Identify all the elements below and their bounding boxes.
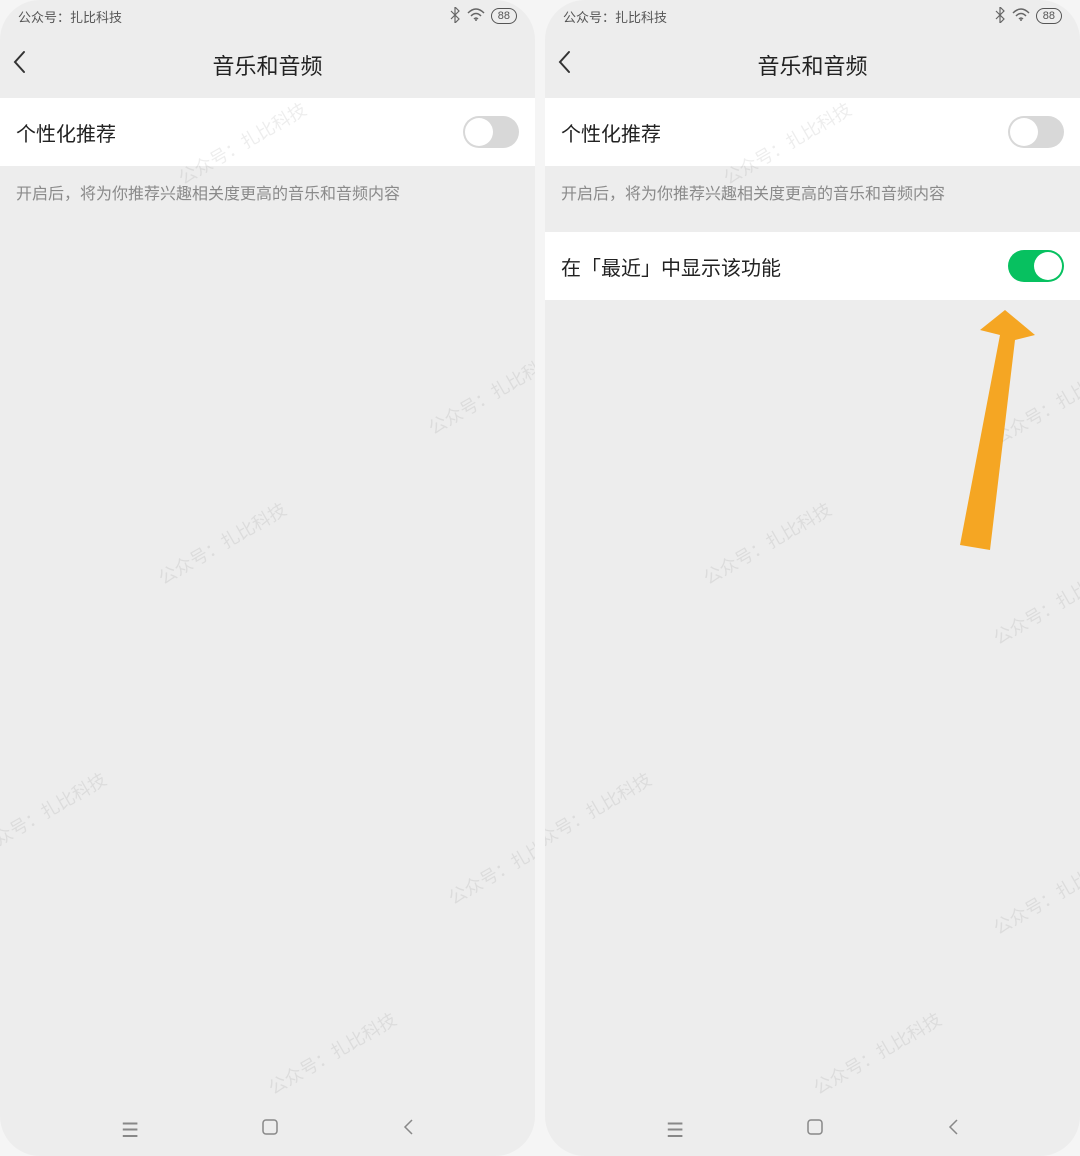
status-left-text: 公众号：扎比科技 — [18, 7, 449, 26]
toggle-knob — [1010, 118, 1038, 146]
system-nav-bar: ☰ — [545, 1104, 1080, 1156]
system-nav-bar: ☰ — [0, 1104, 535, 1156]
status-left-text: 公众号：扎比科技 — [563, 7, 994, 26]
personalized-description: 开启后，将为你推荐兴趣相关度更高的音乐和音频内容 — [545, 166, 1080, 218]
bluetooth-icon — [994, 7, 1006, 26]
toggle-knob — [465, 118, 493, 146]
settings-content: 个性化推荐 开启后，将为你推荐兴趣相关度更高的音乐和音频内容 — [0, 98, 535, 1104]
status-right: 88 — [994, 7, 1062, 26]
page-title: 音乐和音频 — [212, 49, 322, 81]
status-right: 88 — [449, 7, 517, 26]
show-in-recent-label: 在「最近」中显示该功能 — [561, 252, 781, 281]
personalized-description: 开启后，将为你推荐兴趣相关度更高的音乐和音频内容 — [0, 166, 535, 218]
personalized-label: 个性化推荐 — [16, 118, 116, 147]
wifi-icon — [467, 8, 485, 25]
back-nav-icon[interactable] — [402, 1118, 414, 1142]
show-in-recent-toggle[interactable] — [1008, 250, 1064, 282]
left-phone-screen: 公众号：扎比科技 88 音乐和音频 个性化推荐 开启后，将为你推荐兴趣相关度更高… — [0, 0, 535, 1156]
toggle-knob — [1034, 252, 1062, 280]
personalized-recommendation-row[interactable]: 个性化推荐 — [0, 98, 535, 166]
personalized-toggle[interactable] — [1008, 116, 1064, 148]
status-bar: 公众号：扎比科技 88 — [0, 0, 535, 32]
menu-icon[interactable]: ☰ — [666, 1118, 684, 1143]
back-button[interactable] — [557, 50, 597, 81]
settings-content: 个性化推荐 开启后，将为你推荐兴趣相关度更高的音乐和音频内容 在「最近」中显示该… — [545, 98, 1080, 1104]
status-bar: 公众号：扎比科技 88 — [545, 0, 1080, 32]
show-in-recent-row[interactable]: 在「最近」中显示该功能 — [545, 232, 1080, 300]
back-nav-icon[interactable] — [947, 1118, 959, 1142]
wifi-icon — [1012, 8, 1030, 25]
page-title: 音乐和音频 — [757, 49, 867, 81]
page-header: 音乐和音频 — [545, 32, 1080, 98]
home-icon[interactable] — [261, 1118, 279, 1142]
battery-indicator: 88 — [491, 8, 517, 24]
personalized-label: 个性化推荐 — [561, 118, 661, 147]
personalized-recommendation-row[interactable]: 个性化推荐 — [545, 98, 1080, 166]
right-phone-screen: 公众号：扎比科技 88 音乐和音频 个性化推荐 开启后，将为你推荐兴趣相关度更高… — [545, 0, 1080, 1156]
page-header: 音乐和音频 — [0, 32, 535, 98]
back-button[interactable] — [12, 50, 52, 81]
battery-indicator: 88 — [1036, 8, 1062, 24]
menu-icon[interactable]: ☰ — [121, 1118, 139, 1143]
section-divider — [545, 218, 1080, 232]
bluetooth-icon — [449, 7, 461, 26]
home-icon[interactable] — [806, 1118, 824, 1142]
personalized-toggle[interactable] — [463, 116, 519, 148]
